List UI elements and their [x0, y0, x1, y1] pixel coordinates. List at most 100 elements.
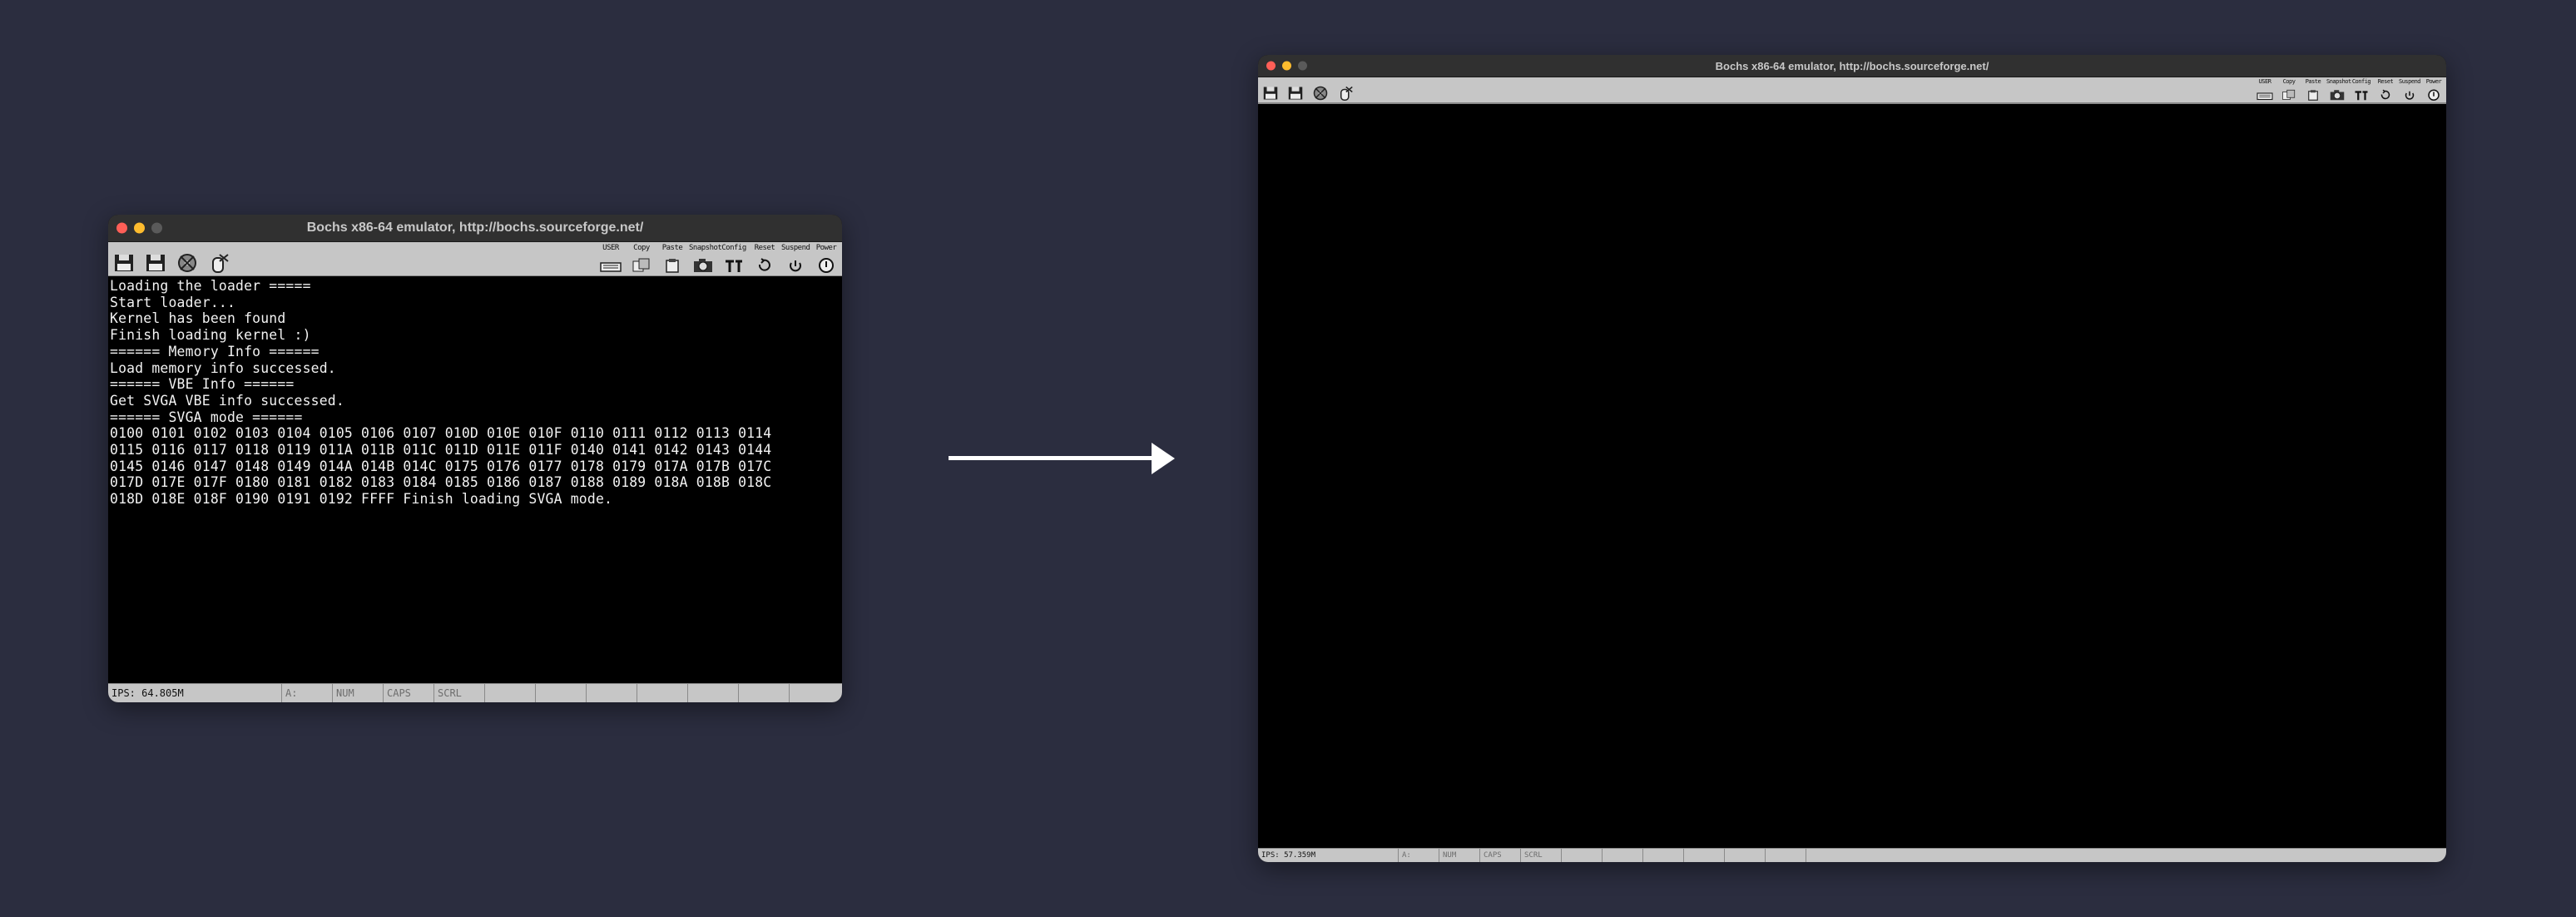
status-cell	[1603, 849, 1643, 862]
camera-icon	[2330, 90, 2345, 101]
transition-arrow-head	[1152, 443, 1175, 474]
reset-button[interactable]: Reset	[751, 245, 779, 273]
copy-icon	[2282, 89, 2296, 100]
floppy-a-button[interactable]	[1260, 79, 1281, 101]
bochs-window-before: Bochs x86-64 emulator, http://bochs.sour…	[108, 215, 842, 702]
console-line: Load memory info successed.	[110, 359, 336, 376]
power-button[interactable]: Power	[2423, 79, 2445, 101]
user-button[interactable]: USER	[2254, 79, 2276, 101]
suspend-button[interactable]: Suspend	[781, 245, 810, 273]
caps-lock-indicator: CAPS	[1480, 849, 1521, 862]
caps-lock-indicator: CAPS	[384, 684, 434, 702]
floppy-b-button[interactable]	[1285, 79, 1306, 101]
bochs-toolbar: USER Copy Paste Snapshot Config Reset Su…	[108, 242, 842, 277]
zoom-window-button[interactable]	[1298, 61, 1307, 71]
status-cell	[1725, 849, 1766, 862]
power-button[interactable]: Power	[812, 245, 840, 273]
console-line: 0100 0101 0102 0103 0104 0105 0106 0107 …	[110, 425, 772, 442]
mouse-icon	[212, 254, 229, 273]
console-line: 017D 017E 017F 0180 0181 0182 0183 0184 …	[110, 474, 772, 491]
status-bar: IPS: 64.805M A: NUM CAPS SCRL	[108, 683, 842, 702]
paste-button[interactable]: Paste	[658, 245, 686, 273]
window-controls	[1266, 61, 1307, 71]
suspend-icon	[2405, 91, 2415, 100]
suspend-button[interactable]: Suspend	[2399, 79, 2421, 101]
window-titlebar[interactable]: Bochs x86-64 emulator, http://bochs.sour…	[1258, 55, 2446, 77]
floppy-disk-icon	[146, 255, 165, 271]
status-cell	[1684, 849, 1725, 862]
window-title: Bochs x86-64 emulator, http://bochs.sour…	[1715, 59, 1989, 72]
status-cell	[587, 684, 637, 702]
cdrom-icon	[1313, 86, 1328, 101]
config-button[interactable]: Config	[720, 245, 748, 273]
console-line: 0145 0146 0147 0148 0149 014A 014B 014C …	[110, 458, 772, 474]
close-window-button[interactable]	[1266, 61, 1276, 71]
console-line: Loading the loader =====	[110, 278, 311, 294]
status-cell	[536, 684, 587, 702]
transition-arrow-line	[949, 456, 1157, 460]
bochs-window-after: Bochs x86-64 emulator, http://bochs.sour…	[1258, 55, 2446, 862]
copy-button[interactable]: Copy	[2278, 79, 2300, 101]
clipboard-icon	[2308, 90, 2318, 101]
config-icon	[726, 260, 742, 272]
mouse-capture-button[interactable]	[205, 245, 233, 273]
console-line: Kernel has been found	[110, 310, 286, 327]
status-cell	[637, 684, 688, 702]
window-title: Bochs x86-64 emulator, http://bochs.sour…	[306, 221, 644, 235]
window-controls	[116, 222, 162, 234]
num-lock-indicator: NUM	[333, 684, 384, 702]
console-line: 0115 0116 0117 0118 0119 011A 011B 011C …	[110, 442, 772, 458]
status-bar: IPS: 57.359M A: NUM CAPS SCRL	[1258, 848, 2446, 862]
window-titlebar[interactable]: Bochs x86-64 emulator, http://bochs.sour…	[108, 215, 842, 242]
status-cell	[1562, 849, 1603, 862]
scroll-lock-indicator: SCRL	[1521, 849, 1562, 862]
minimize-window-button[interactable]	[1282, 61, 1291, 71]
status-cell	[1766, 849, 1806, 862]
config-button[interactable]: Config	[2351, 79, 2372, 101]
emulator-screen[interactable]	[1258, 107, 2446, 849]
console-line: 018D 018E 018F 0190 0191 0192 FFFF Finis…	[110, 491, 613, 508]
console-line: ====== Memory Info ======	[110, 343, 320, 359]
reset-icon	[2380, 89, 2390, 100]
cdrom-icon	[178, 254, 196, 272]
console-line: Finish loading kernel :)	[110, 327, 311, 344]
drive-indicator: A:	[282, 684, 333, 702]
cdrom-button[interactable]	[1310, 79, 1331, 101]
drive-indicator: A:	[1399, 849, 1439, 862]
status-cell	[688, 684, 739, 702]
keyboard-icon	[2256, 92, 2273, 101]
mouse-capture-button[interactable]	[1335, 79, 1356, 101]
user-button[interactable]: USER	[597, 245, 625, 273]
config-icon	[2355, 91, 2368, 101]
cdrom-button[interactable]	[173, 245, 201, 273]
close-window-button[interactable]	[116, 222, 127, 234]
floppy-a-button[interactable]	[110, 245, 138, 273]
ips-readout: IPS: 57.359M	[1258, 849, 1399, 862]
floppy-disk-icon	[115, 255, 133, 271]
status-cell	[739, 684, 790, 702]
console-line: ====== VBE Info ======	[110, 376, 295, 393]
suspend-icon	[790, 260, 801, 272]
snapshot-button[interactable]: Snapshot	[689, 245, 722, 273]
ips-readout: IPS: 64.805M	[108, 684, 282, 702]
copy-icon	[632, 258, 650, 272]
console-line: Get SVGA VBE info successed.	[110, 392, 344, 409]
zoom-window-button[interactable]	[151, 222, 162, 234]
minimize-window-button[interactable]	[134, 222, 145, 234]
floppy-disk-icon	[1288, 87, 1303, 100]
emulator-screen[interactable]: Loading the loader ===== Start loader...…	[108, 276, 842, 682]
power-icon	[2428, 89, 2440, 101]
snapshot-button[interactable]: Snapshot	[2326, 79, 2351, 101]
scroll-lock-indicator: SCRL	[434, 684, 485, 702]
floppy-disk-icon	[1263, 87, 1278, 100]
status-cell	[485, 684, 536, 702]
floppy-b-button[interactable]	[141, 245, 170, 273]
bochs-toolbar: USER Copy Paste Snapshot Config Reset Su…	[1258, 77, 2446, 104]
copy-button[interactable]: Copy	[627, 245, 656, 273]
mouse-icon	[1340, 86, 1353, 101]
reset-button[interactable]: Reset	[2375, 79, 2396, 101]
clipboard-icon	[666, 259, 679, 273]
paste-button[interactable]: Paste	[2302, 79, 2324, 101]
camera-icon	[694, 259, 712, 272]
power-icon	[819, 258, 834, 273]
